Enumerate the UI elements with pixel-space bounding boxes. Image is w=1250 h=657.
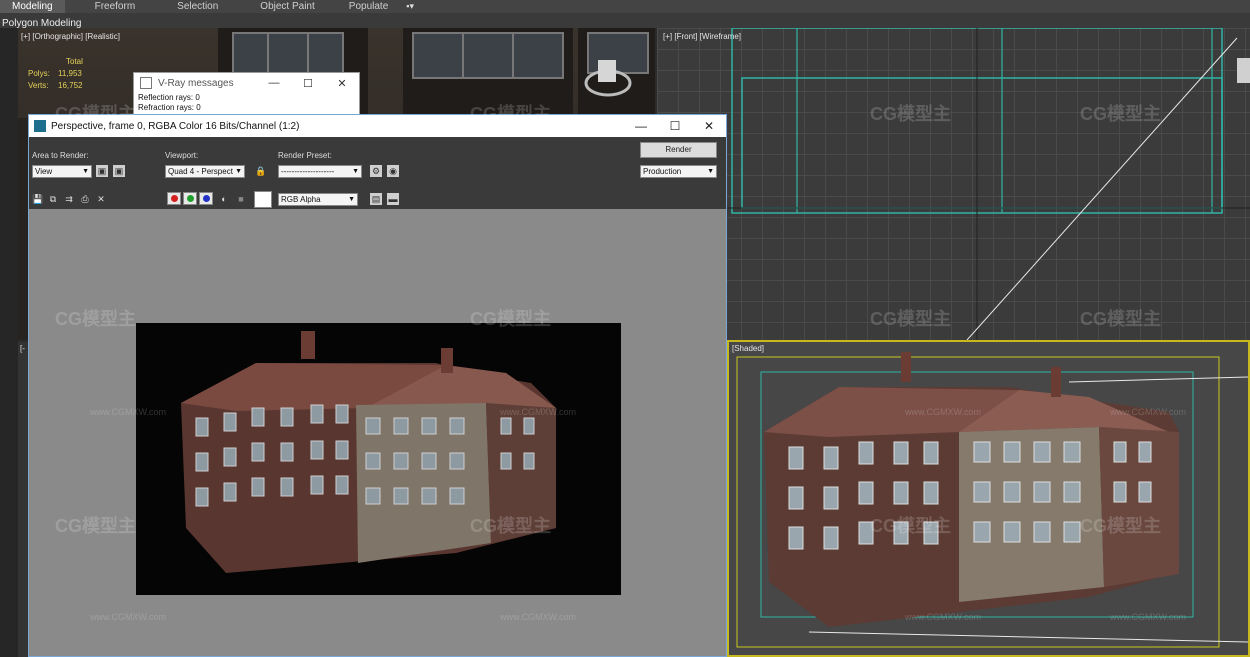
toggle-overlay-icon[interactable]: ▬ <box>387 193 399 205</box>
viewport-select-value: Quad 4 - Perspect <box>168 167 233 176</box>
verts-value: 16,752 <box>58 81 83 90</box>
render-preset-select[interactable]: -------------------- ▼ <box>278 165 362 178</box>
minimize-icon[interactable]: — <box>257 77 291 89</box>
tab-object-paint[interactable]: Object Paint <box>230 0 326 13</box>
lock-icon[interactable]: 🔒 <box>255 165 267 177</box>
watermark-url: www.CGMXW.com <box>905 407 982 417</box>
vray-window-icon <box>140 77 152 89</box>
watermark-url: www.CGMXW.com <box>90 407 167 417</box>
tab-selection[interactable]: Selection <box>147 0 230 13</box>
watermark-logo: CG模型主 <box>870 309 951 329</box>
chevron-down-icon: ▼ <box>348 196 355 203</box>
clone-window-icon[interactable]: ⇉ <box>63 193 75 205</box>
render-preset-label: Render Preset: <box>278 151 332 160</box>
refraction-rays-line: Refraction rays: 0 <box>138 103 201 112</box>
polys-label: Polys: <box>28 69 50 78</box>
render-button[interactable]: Render <box>640 142 717 158</box>
watermark-url: www.CGMXW.com <box>90 612 167 622</box>
green-channel-toggle[interactable] <box>183 192 197 205</box>
3dsmax-icon <box>34 120 46 132</box>
area-to-render-select[interactable]: View ▼ <box>32 165 92 178</box>
close-icon[interactable]: ✕ <box>692 119 726 133</box>
watermark-url: www.CGMXW.com <box>500 612 577 622</box>
viewport-label-bottom-left[interactable]: [- <box>20 344 25 353</box>
chevron-down-icon: ▼ <box>82 168 89 175</box>
toggle-ui-icon[interactable]: ▤ <box>370 193 382 205</box>
rendered-building <box>181 331 556 573</box>
watermark-logo: CG模型主 <box>1080 309 1161 329</box>
watermark-url: www.CGMXW.com <box>1110 612 1187 622</box>
perspective-scene <box>736 352 1248 648</box>
vray-title: V-Ray messages <box>158 77 234 89</box>
area-to-render-value: View <box>35 167 53 176</box>
area-to-render-label: Area to Render: <box>32 151 89 160</box>
tab-modeling[interactable]: Modeling <box>0 0 65 13</box>
watermark-url: www.CGMXW.com <box>1110 407 1187 417</box>
vray-messages-body: Reflection rays: 0 Refraction rays: 0 <box>134 93 359 113</box>
color-swatch[interactable] <box>254 191 272 208</box>
left-command-strip <box>0 28 18 657</box>
render-mode-select[interactable]: Production ▼ <box>640 165 717 178</box>
watermark-logo: CG模型主 <box>1080 516 1161 536</box>
chevron-down-icon: ▼ <box>235 168 242 175</box>
monochrome-icon[interactable]: ■ <box>235 193 247 205</box>
render-mode-value: Production <box>643 167 682 176</box>
watermark-logo: CG模型主 <box>1080 104 1161 124</box>
copy-image-icon[interactable]: ⧉ <box>47 193 59 205</box>
viewport-label-shaded[interactable]: [Shaded] <box>732 344 764 353</box>
render-setup-icon[interactable]: ⚙ <box>370 165 382 177</box>
verts-label: Verts: <box>28 81 49 90</box>
display-channel-select[interactable]: RGB Alpha ▼ <box>278 193 358 206</box>
ribbon-options-icon[interactable]: ▪▾ <box>400 0 420 13</box>
viewport-label: Viewport: <box>165 151 199 160</box>
rendered-image <box>136 323 621 595</box>
render-frame-window[interactable]: Perspective, frame 0, RGBA Color 16 Bits… <box>28 114 727 657</box>
chevron-down-icon: ▼ <box>707 168 714 175</box>
maximize-icon[interactable]: ☐ <box>291 77 325 90</box>
watermark-url: www.CGMXW.com <box>500 407 577 417</box>
blue-channel-toggle[interactable] <box>199 192 213 205</box>
ribbon-tabs: Modeling Freeform Selection Object Paint… <box>0 0 1250 13</box>
polys-value: 11,953 <box>58 69 82 78</box>
viewport-label-orthographic[interactable]: [+] [Orthographic] [Realistic] <box>21 32 120 41</box>
save-image-icon[interactable]: 💾 <box>32 193 44 205</box>
red-channel-toggle[interactable] <box>167 192 181 205</box>
viewport-select[interactable]: Quad 4 - Perspect ▼ <box>165 165 245 178</box>
watermark-url: www.CGMXW.com <box>905 612 982 622</box>
minimize-icon[interactable]: — <box>624 119 658 133</box>
edit-region-icon[interactable]: ▣ <box>96 165 108 177</box>
vray-titlebar[interactable]: V-Ray messages — ☐ ✕ <box>134 73 359 93</box>
viewport-front[interactable]: [+] [Front] [Wireframe] <box>657 28 1250 340</box>
front-wireframe <box>657 28 1250 340</box>
watermark-logo: CG模型主 <box>470 309 551 329</box>
watermark-logo: CG模型主 <box>55 516 136 536</box>
stats-header: Total <box>66 57 83 66</box>
watermark-logo: CG模型主 <box>870 516 951 536</box>
tab-populate[interactable]: Populate <box>327 0 400 13</box>
tab-freeform[interactable]: Freeform <box>65 0 148 13</box>
viewport-label-front[interactable]: [+] [Front] [Wireframe] <box>663 32 741 41</box>
clear-icon[interactable]: ✕ <box>95 193 107 205</box>
viewport-perspective-shaded[interactable]: [Shaded] <box>727 340 1250 657</box>
watermark-logo: CG模型主 <box>470 516 551 536</box>
display-channel-value: RGB Alpha <box>281 195 321 204</box>
alpha-channel-icon[interactable]: ◐ <box>218 193 230 205</box>
print-icon[interactable]: ⎙ <box>79 193 91 205</box>
render-preset-value: -------------------- <box>281 167 335 176</box>
environment-icon[interactable]: ◉ <box>387 165 399 177</box>
watermark-logo: CG模型主 <box>470 104 551 124</box>
reflection-rays-line: Reflection rays: 0 <box>138 93 200 102</box>
chevron-down-icon: ▼ <box>352 168 359 175</box>
watermark-logo: CG模型主 <box>870 104 951 124</box>
vray-messages-window[interactable]: V-Ray messages — ☐ ✕ Reflection rays: 0 … <box>133 72 360 118</box>
auto-region-icon[interactable]: ▣ <box>113 165 125 177</box>
close-icon[interactable]: ✕ <box>325 77 359 90</box>
maximize-icon[interactable]: ☐ <box>658 119 692 133</box>
frame-buffer-canvas <box>29 209 726 656</box>
scene-statistics: Total Polys: 11,953 Verts: 16,752 <box>28 56 83 92</box>
ribbon-panel: Polygon Modeling <box>0 13 1250 29</box>
watermark-logo: CG模型主 <box>55 309 136 329</box>
watermark-logo: CG模型主 <box>55 104 136 124</box>
